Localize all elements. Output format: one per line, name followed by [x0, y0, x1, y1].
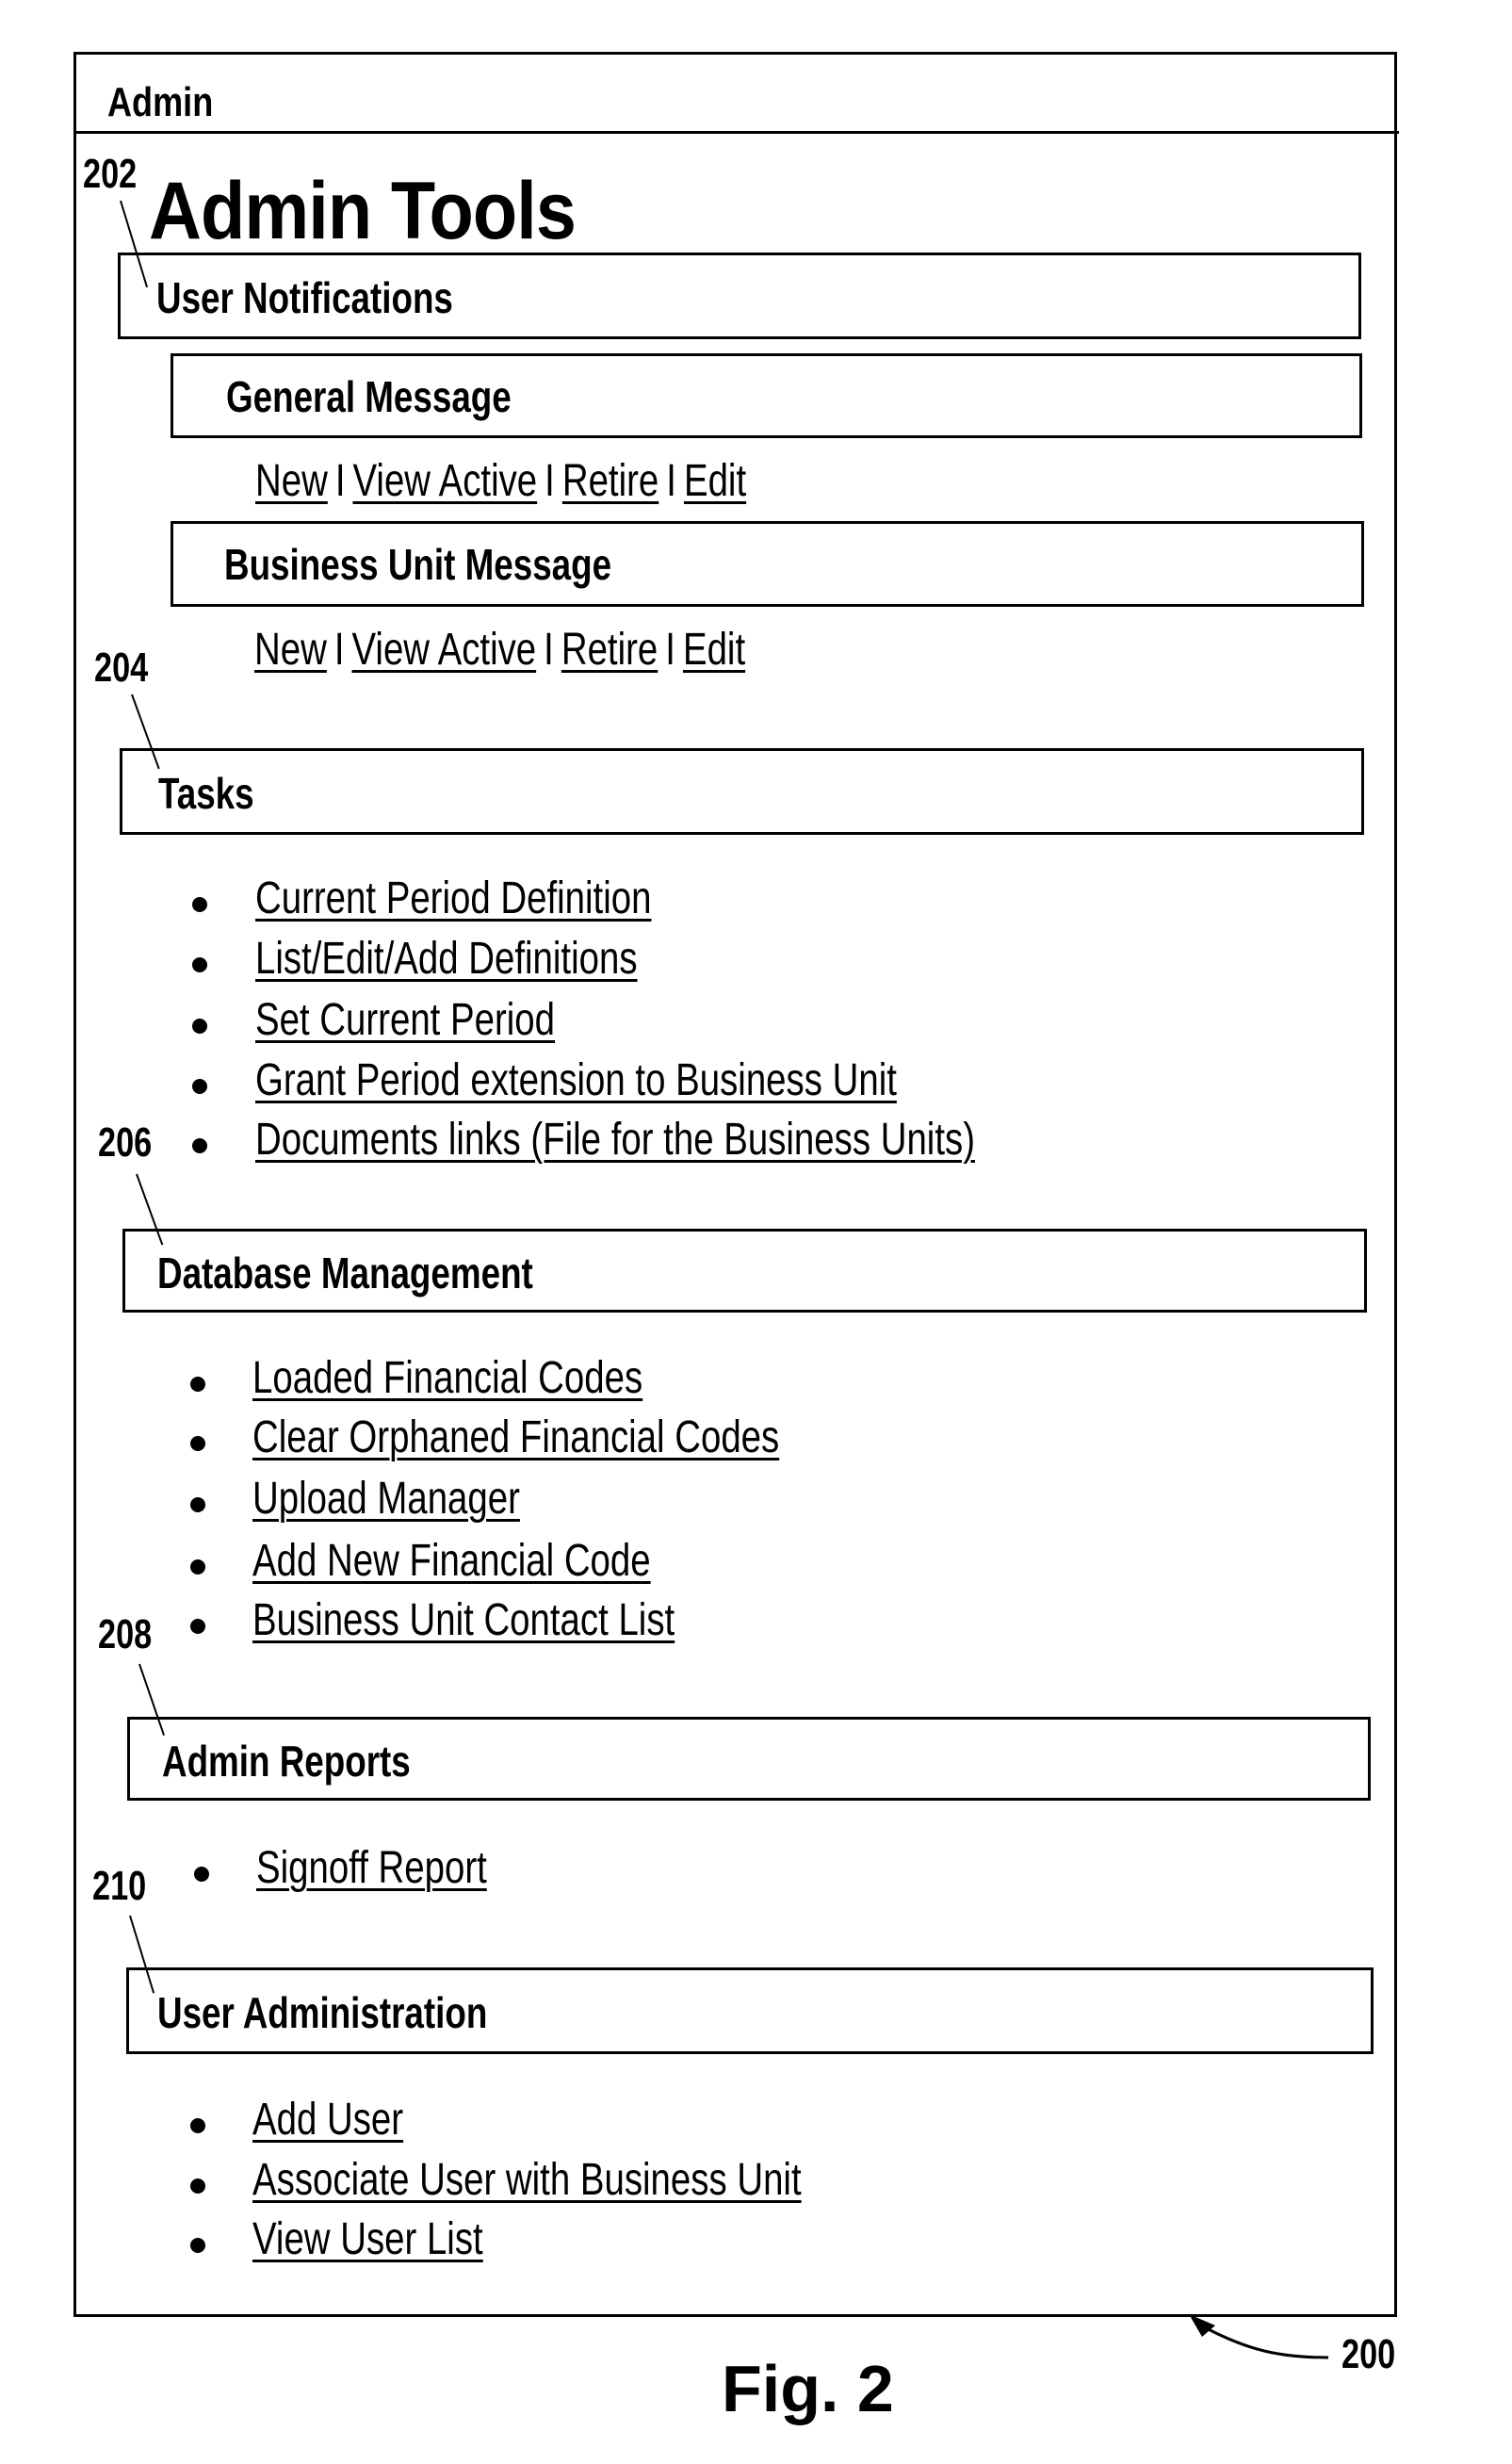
database-management-link[interactable]: Business Unit Contact List: [252, 1594, 675, 1646]
admin-report-item: Signoff Report: [256, 1842, 545, 1894]
database-management-item: Loaded Financial Codes: [252, 1352, 740, 1404]
bullet-icon: [190, 2238, 205, 2253]
figure-caption: Fig. 2: [722, 2352, 894, 2425]
reference-label-202: 202: [83, 151, 138, 197]
window-title: Admin: [107, 79, 214, 125]
bullet-icon: [192, 1019, 207, 1034]
bullet-icon: [192, 1138, 207, 1153]
task-item: Set Current Period: [255, 994, 630, 1046]
bullet-icon: [190, 1436, 205, 1451]
admin-reports-label: Admin Reports: [162, 1737, 411, 1786]
bullet-icon: [190, 1619, 205, 1634]
database-management-link[interactable]: Loaded Financial Codes: [252, 1352, 642, 1404]
database-management-item: Add New Financial Code: [252, 1535, 750, 1587]
bullet-icon: [190, 2178, 205, 2194]
admin-report-link[interactable]: Signoff Report: [256, 1842, 487, 1894]
business-unit-message-header: Business Unit Message: [171, 521, 1364, 607]
business-unit-message-edit-link[interactable]: Edit: [683, 625, 745, 675]
task-link[interactable]: List/Edit/Add Definitions: [255, 933, 638, 985]
database-management-link[interactable]: Add New Financial Code: [252, 1535, 651, 1587]
user-administration-link[interactable]: Associate User with Business Unit: [252, 2154, 802, 2206]
bullet-icon: [192, 957, 207, 972]
task-link[interactable]: Documents links (File for the Business U…: [255, 1114, 975, 1166]
user-notifications-header: User Notifications: [118, 253, 1361, 339]
bullet-icon: [190, 1497, 205, 1512]
business-unit-message-view-active-link[interactable]: View Active: [352, 625, 537, 675]
user-administration-item: Associate User with Business Unit: [252, 2154, 938, 2206]
task-item: List/Edit/Add Definitions: [255, 933, 733, 985]
task-item: Documents links (File for the Business U…: [255, 1114, 1155, 1166]
reference-label-208: 208: [98, 1611, 153, 1657]
arrowhead-icon: [1189, 2314, 1215, 2337]
reference-label-210: 210: [92, 1863, 147, 1909]
separator: I: [665, 625, 675, 675]
arrow-curve: [1200, 2324, 1329, 2359]
task-item: Grant Period extension to Business Unit: [255, 1054, 1057, 1106]
bullet-icon: [190, 2118, 205, 2133]
reference-label-206: 206: [98, 1119, 153, 1166]
database-management-link[interactable]: Upload Manager: [252, 1473, 520, 1525]
database-management-header: Database Management: [122, 1229, 1367, 1313]
separator: I: [333, 625, 345, 675]
page-title: Admin Tools: [149, 166, 577, 256]
bullet-icon: [192, 1079, 207, 1094]
separator: I: [666, 456, 676, 506]
database-management-link[interactable]: Clear Orphaned Financial Codes: [252, 1411, 779, 1463]
separator: I: [545, 456, 555, 506]
database-management-item: Business Unit Contact List: [252, 1594, 780, 1646]
separator: I: [334, 456, 346, 506]
header-divider: [73, 131, 1399, 134]
reference-arrow-200: [1189, 2314, 1329, 2359]
business-unit-message-new-link[interactable]: New: [254, 625, 327, 675]
bullet-icon: [192, 897, 207, 912]
database-management-item: Upload Manager: [252, 1473, 587, 1525]
tasks-label: Tasks: [158, 769, 254, 818]
user-administration-header: User Administration: [126, 1967, 1374, 2054]
bullet-icon: [190, 1377, 205, 1392]
general-message-retire-link[interactable]: Retire: [562, 456, 658, 506]
database-management-label: Database Management: [157, 1248, 533, 1297]
user-administration-item: Add User: [252, 2094, 441, 2146]
user-administration-link[interactable]: Add User: [252, 2094, 403, 2146]
task-link[interactable]: Grant Period extension to Business Unit: [255, 1054, 897, 1106]
business-unit-message-label: Business Unit Message: [224, 540, 612, 589]
task-link[interactable]: Set Current Period: [255, 994, 555, 1046]
general-message-header: General Message: [171, 353, 1362, 438]
user-administration-label: User Administration: [157, 1988, 488, 2037]
general-message-label: General Message: [226, 372, 512, 421]
bullet-icon: [194, 1867, 209, 1882]
reference-label-204: 204: [94, 645, 149, 691]
business-unit-message-retire-link[interactable]: Retire: [561, 625, 658, 675]
task-item: Current Period Definition: [255, 873, 751, 924]
business-unit-message-actions: New I View Active I Retire I Edit: [254, 624, 745, 676]
user-administration-item: View User List: [252, 2213, 541, 2265]
bullet-icon: [190, 1559, 205, 1575]
separator: I: [544, 625, 554, 675]
user-notifications-label: User Notifications: [156, 273, 453, 322]
database-management-item: Clear Orphaned Financial Codes: [252, 1411, 911, 1463]
general-message-edit-link[interactable]: Edit: [684, 456, 746, 506]
user-administration-link[interactable]: View User List: [252, 2213, 483, 2265]
admin-reports-header: Admin Reports: [127, 1717, 1371, 1801]
task-link[interactable]: Current Period Definition: [255, 873, 651, 924]
general-message-actions: New I View Active I Retire I Edit: [255, 455, 746, 507]
tasks-header: Tasks: [120, 748, 1364, 835]
general-message-new-link[interactable]: New: [255, 456, 328, 506]
general-message-view-active-link[interactable]: View Active: [353, 456, 538, 506]
reference-label-200: 200: [1341, 2331, 1396, 2377]
